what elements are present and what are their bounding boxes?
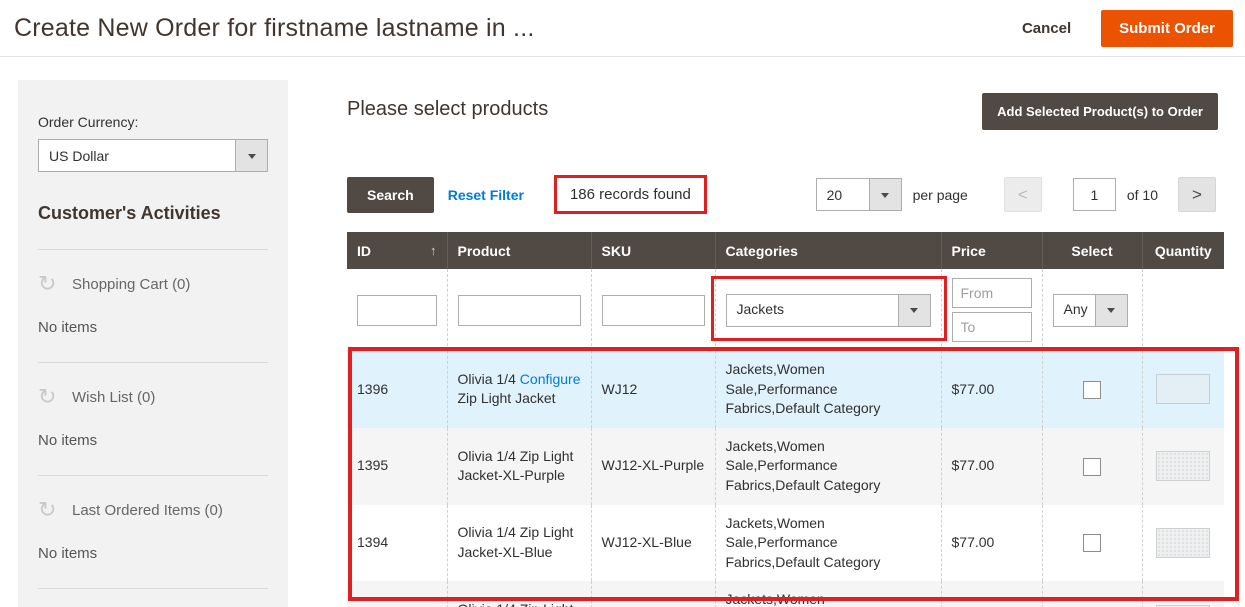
product-filter-input[interactable] — [458, 295, 581, 326]
products-grid: ID ↑ Product SKU Categories Price Select… — [347, 232, 1224, 607]
refresh-icon[interactable]: ↻ — [38, 500, 62, 520]
cell-price: $77.00 — [941, 428, 1042, 505]
per-page-select[interactable]: 20 — [816, 178, 902, 211]
divider — [38, 475, 268, 476]
categories-filter-select[interactable]: Jackets — [726, 294, 931, 327]
id-header-label: ID — [357, 243, 371, 259]
records-found-text: 186 records found — [554, 175, 707, 214]
divider — [38, 249, 268, 250]
select-filter-select[interactable]: Any — [1053, 294, 1128, 327]
select-products-panel: Please select products Add Selected Prod… — [347, 0, 1224, 607]
chevron-down-icon[interactable] — [235, 140, 267, 171]
shopping-cart-empty-text: No items — [38, 319, 268, 336]
chevron-down-icon[interactable] — [898, 295, 930, 326]
column-header-select[interactable]: Select — [1042, 232, 1142, 269]
previous-page-button[interactable]: < — [1004, 177, 1042, 212]
per-page-value: 20 — [817, 179, 869, 210]
cell-price: $77.00 — [941, 351, 1042, 428]
grid-body: Jackets Any — [347, 269, 1224, 607]
add-selected-products-button[interactable]: Add Selected Product(s) to Order — [982, 93, 1218, 130]
cell-id: 1395 — [347, 428, 447, 505]
quantity-input[interactable] — [1156, 374, 1210, 404]
cell-product: Olivia 1/4 Zip Light Jacket-XL-Purple — [447, 428, 591, 505]
column-header-price[interactable]: Price — [941, 232, 1042, 269]
table-row[interactable]: 1395 Olivia 1/4 Zip Light Jacket-XL-Purp… — [347, 428, 1224, 505]
row-select-checkbox[interactable] — [1083, 458, 1101, 476]
price-to-input[interactable] — [952, 312, 1032, 342]
chevron-down-icon[interactable] — [869, 179, 901, 210]
cell-categories: Jackets,Women Sale,Performance Fabrics,D… — [715, 351, 941, 428]
column-header-quantity[interactable]: Quantity — [1142, 232, 1224, 269]
per-page-label: per page — [913, 187, 968, 203]
grid-filter-row: Jackets Any — [347, 269, 1224, 351]
section-title: Please select products — [347, 93, 548, 121]
grid-toolbar: Search Reset Filter 186 records found 20… — [347, 175, 1216, 214]
configure-link[interactable]: Configure — [520, 370, 581, 390]
cell-sku: WJ12 — [591, 351, 715, 428]
cell-id: 1394 — [347, 505, 447, 582]
order-sidebar: Order Currency: US Dollar Customer's Act… — [18, 80, 288, 607]
cell-product: ConfigureOlivia 1/4 Zip Light Jacket — [447, 351, 591, 428]
page-number-input[interactable] — [1073, 178, 1116, 211]
quantity-input[interactable] — [1156, 451, 1210, 481]
reset-filter-link[interactable]: Reset Filter — [448, 187, 524, 203]
sidebar-item-last-ordered[interactable]: ↻ Last Ordered Items (0) — [38, 500, 268, 520]
column-header-product[interactable]: Product — [447, 232, 591, 269]
currency-label: Order Currency: — [38, 114, 268, 130]
categories-filter-value: Jackets — [727, 295, 898, 326]
divider — [38, 588, 268, 589]
refresh-icon[interactable]: ↻ — [38, 274, 62, 294]
total-pages-label: of 10 — [1127, 187, 1158, 203]
cell-product: Olivia 1/4 Zip Light Jacket-XL-Blue — [447, 505, 591, 582]
column-header-id[interactable]: ID ↑ — [347, 232, 447, 269]
table-row[interactable]: 1394 Olivia 1/4 Zip Light Jacket-XL-Blue… — [347, 505, 1224, 582]
sidebar-item-wish-list[interactable]: ↻ Wish List (0) — [38, 387, 268, 407]
cell-categories: Jackets,Women Sale,Performance Fabrics,D… — [715, 428, 941, 505]
last-ordered-empty-text: No items — [38, 545, 268, 562]
sidebar-item-shopping-cart[interactable]: ↻ Shopping Cart (0) — [38, 274, 268, 294]
column-header-sku[interactable]: SKU — [591, 232, 715, 269]
divider — [38, 362, 268, 363]
cell-id: 1396 — [347, 351, 447, 428]
row-select-checkbox[interactable] — [1083, 534, 1101, 552]
quantity-input[interactable] — [1156, 528, 1210, 558]
last-ordered-label: Last Ordered Items (0) — [72, 502, 223, 519]
cell-categories: Jackets,Women Sale,Performance Fabrics,D… — [715, 505, 941, 582]
sku-filter-input[interactable] — [602, 295, 705, 326]
price-from-input[interactable] — [952, 278, 1032, 308]
create-order-page: Create New Order for firstname lastname … — [0, 0, 1245, 607]
cell-sku: WJ12-XL-Black — [591, 581, 715, 607]
currency-select[interactable]: US Dollar — [38, 139, 268, 172]
chevron-down-icon[interactable] — [1095, 295, 1127, 326]
cell-price: $77.00 — [941, 581, 1042, 607]
row-select-checkbox[interactable] — [1083, 381, 1101, 399]
sort-ascending-icon: ↑ — [430, 243, 437, 258]
grid-header-row: ID ↑ Product SKU Categories Price Select… — [347, 232, 1224, 269]
cell-product: Olivia 1/4 Zip Light Jacket-XL-Black — [447, 581, 591, 607]
cell-sku: WJ12-XL-Blue — [591, 505, 715, 582]
search-button[interactable]: Search — [347, 177, 434, 213]
refresh-icon[interactable]: ↻ — [38, 387, 62, 407]
wish-list-empty-text: No items — [38, 432, 268, 449]
cell-id: 1393 — [347, 581, 447, 607]
table-row[interactable]: 1393 Olivia 1/4 Zip Light Jacket-XL-Blac… — [347, 581, 1224, 607]
cell-price: $77.00 — [941, 505, 1042, 582]
wish-list-label: Wish List (0) — [72, 389, 155, 406]
activities-title: Customer's Activities — [38, 203, 268, 224]
cell-sku: WJ12-XL-Purple — [591, 428, 715, 505]
next-page-button[interactable]: > — [1178, 177, 1216, 212]
cell-categories: Jackets,Women Sale,Performance Fabrics,D… — [715, 581, 941, 607]
id-filter-input[interactable] — [357, 295, 437, 326]
quantity-filter-cell — [1142, 269, 1224, 351]
currency-select-value: US Dollar — [39, 140, 235, 171]
select-filter-value: Any — [1054, 295, 1095, 326]
table-row[interactable]: 1396 ConfigureOlivia 1/4 Zip Light Jacke… — [347, 351, 1224, 428]
shopping-cart-label: Shopping Cart (0) — [72, 276, 190, 293]
column-header-categories[interactable]: Categories — [715, 232, 941, 269]
